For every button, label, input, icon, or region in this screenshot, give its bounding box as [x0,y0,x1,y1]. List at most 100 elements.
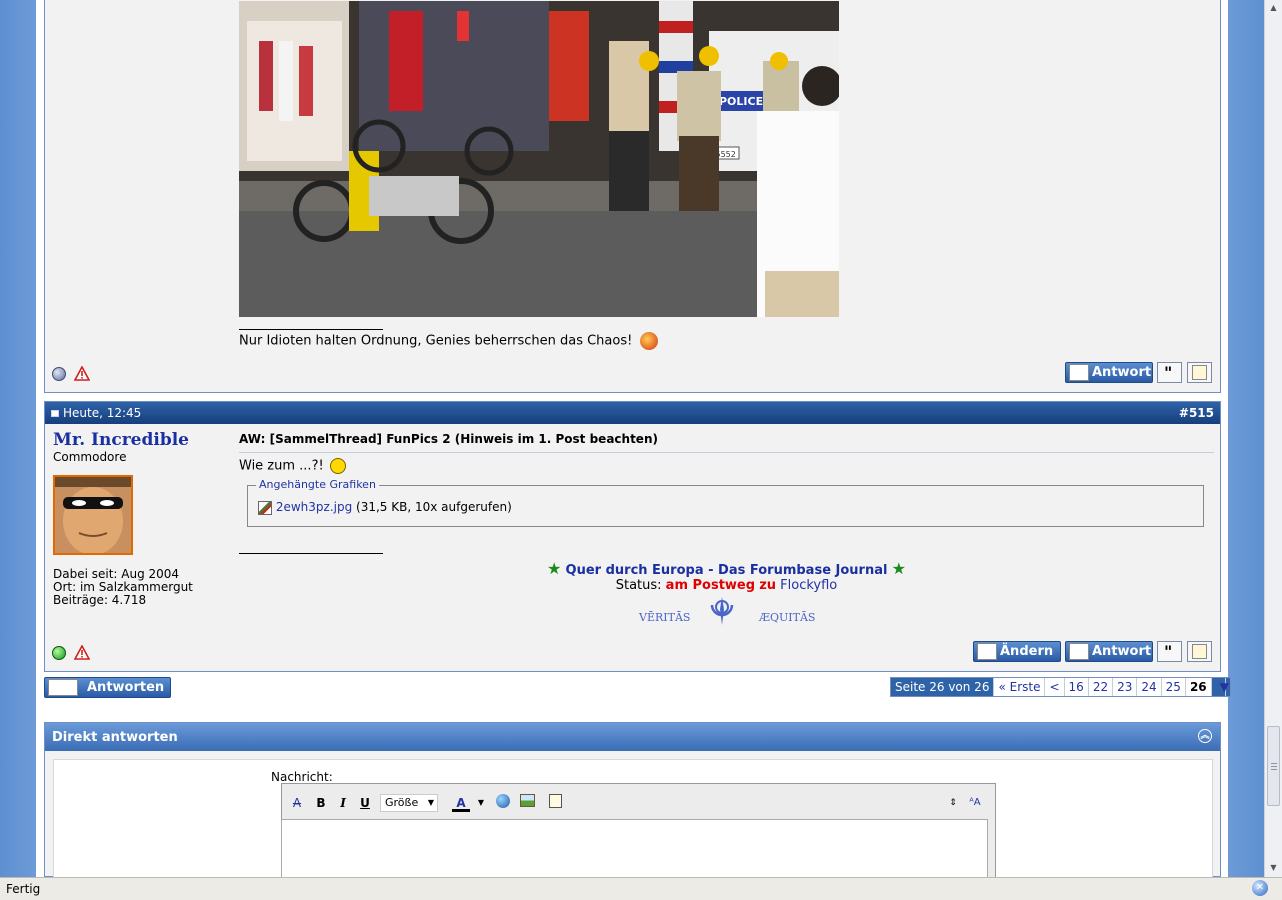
message-label: Nachricht: [271,770,333,784]
post-text: Wie zum ...?! [239,458,346,474]
answers-button[interactable]: Antworten [44,677,171,698]
quote-button[interactable]: " [1157,641,1182,662]
scrollbar-thumb[interactable] [1267,726,1280,806]
user-title: Commodore [53,450,127,464]
post-title: AW: [SammelThread] FunPics 2 (Hinweis im… [239,432,1214,453]
text-color-button[interactable]: A [452,794,470,812]
star-icon: ★ [891,559,906,578]
signature-separator [239,329,383,330]
edit-button[interactable]: Ändern [973,641,1061,662]
quick-reply-panel: Direkt antworten ︽ Nachricht: A B I U Gr… [44,722,1221,879]
sig-veritas: VĒRITĀS [639,611,691,624]
edit-icon [977,643,997,660]
post-header: Heute, 12:45 #515 [45,402,1220,424]
report-post-icon[interactable] [74,366,90,381]
status-user-link[interactable]: Flockyflo [780,578,837,593]
edit-note-icon [1192,644,1207,659]
image-file-icon [258,500,272,515]
edit-note-icon [1192,365,1207,380]
insert-link-icon[interactable] [494,794,512,812]
insert-image-icon[interactable] [518,794,536,812]
post-user-column [45,0,233,392]
status-icon[interactable]: ✕ [1252,880,1268,896]
page-link[interactable]: 16 [1065,678,1089,696]
status-zu-text: zu [759,578,777,593]
edit-button-label: Ändern [1000,644,1054,659]
pencil-icon [1069,364,1089,381]
underline-button[interactable]: U [356,794,374,812]
attachment-meta: (31,5 KB, 10x aufgerufen) [356,500,512,514]
new-reply-icon [48,679,78,696]
offline-status-icon [52,367,66,381]
user-joined: Dabei seit: Aug 2004 [53,567,180,581]
online-status-icon [52,646,66,660]
attachments-legend: Angehängte Grafiken [256,478,379,491]
bold-button[interactable]: B [312,794,330,812]
pencil-icon [1069,643,1089,660]
chevron-down-icon: ▼ [1216,678,1229,696]
post-photo[interactable]: POLICE A5552 [239,1,839,317]
photo-police-text: POLICE [719,95,763,108]
signature-text: Nur Idioten halten Ordnung, Genies beher… [239,332,659,350]
prev-page-link[interactable]: < [1045,678,1065,696]
status-prefix: Status: [615,578,662,593]
page-link[interactable]: 23 [1113,678,1138,696]
page-jump-dropdown[interactable]: ▼ [1211,678,1230,696]
status-text: Fertig [6,882,41,896]
insert-quote-icon[interactable] [546,794,564,812]
surprised-smiley-icon [329,458,346,474]
font-size-label: Größe [385,796,419,809]
star-icon: ★ [547,559,562,578]
attachment-item: 2ewh3pz.jpg (31,5 KB, 10x aufgerufen) [258,500,512,515]
page-link[interactable]: 24 [1137,678,1162,696]
username[interactable]: Mr. Incredible [53,430,189,450]
italic-button[interactable]: I [334,794,352,812]
message-editor: A B I U Größe ▼ A ▼ ⇕ ᴬA [281,783,996,879]
attachments-box: Angehängte Grafiken 2ewh3pz.jpg (31,5 KB… [247,478,1204,527]
post-text-content: Wie zum ...?! [239,458,324,474]
collapse-icon[interactable]: ︽ [1198,729,1212,743]
journal-link[interactable]: Quer durch Europa - Das Forumbase Journa… [566,563,888,578]
reply-button[interactable]: Antwort [1065,362,1153,383]
chaos-smiley-icon [640,332,659,350]
vertical-scrollbar[interactable]: ▲ ▼ [1264,0,1282,877]
page-label: Seite 26 von 26 [891,678,995,696]
remove-format-icon[interactable]: A [288,794,306,812]
signature-separator [239,553,383,554]
toggle-editor-mode-icon[interactable]: ᴬA [966,794,984,812]
quote-button[interactable]: " [1157,362,1182,383]
user-location: Ort: im Salzkammergut [53,580,193,594]
status-red-text: am Postweg [665,578,756,593]
attachment-link[interactable]: 2ewh3pz.jpg [276,500,352,514]
signature-status-line: Status: am Postweg zu Flockyflo [233,578,1220,593]
multi-quote-button[interactable] [1187,641,1212,662]
quote-icon: " [1164,642,1173,661]
post-date-icon [51,410,59,417]
page-link[interactable]: 22 [1089,678,1114,696]
reply-button[interactable]: Antwort [1065,641,1153,662]
chevron-down-icon[interactable]: ▼ [472,794,490,812]
current-page: 26 [1186,678,1212,696]
scroll-down-icon[interactable]: ▼ [1265,860,1282,876]
first-page-link[interactable]: « Erste [994,678,1046,696]
quote-icon: " [1164,363,1173,382]
report-post-icon[interactable] [74,645,90,660]
pagination: Seite 26 von 26 « Erste < 16 22 23 24 25… [890,677,1231,697]
font-size-select[interactable]: Größe ▼ [380,794,438,812]
signature-journal-line: ★ Quer durch Europa - Das Forumbase Jour… [233,559,1220,578]
reply-button-label: Antwort [1092,365,1152,380]
scroll-up-icon[interactable]: ▲ [1265,0,1282,16]
avatar[interactable] [53,475,133,555]
signature-quote: Nur Idioten halten Ordnung, Genies beher… [239,333,633,349]
resize-icon[interactable]: ⇕ [944,794,962,812]
post-number[interactable]: #515 [1179,406,1214,420]
post-515: Heute, 12:45 #515 Mr. Incredible Commodo… [44,401,1221,672]
post-date: Heute, 12:45 [63,406,142,420]
multi-quote-button[interactable] [1187,362,1212,383]
sig-aequitas: ÆQUITĀS [759,611,816,624]
message-textarea[interactable] [281,819,988,879]
browser-status-bar: Fertig ✕ [0,877,1282,900]
page-link[interactable]: 25 [1162,678,1186,696]
quick-reply-title: Direkt antworten [52,730,178,745]
answers-button-label: Antworten [87,680,165,695]
